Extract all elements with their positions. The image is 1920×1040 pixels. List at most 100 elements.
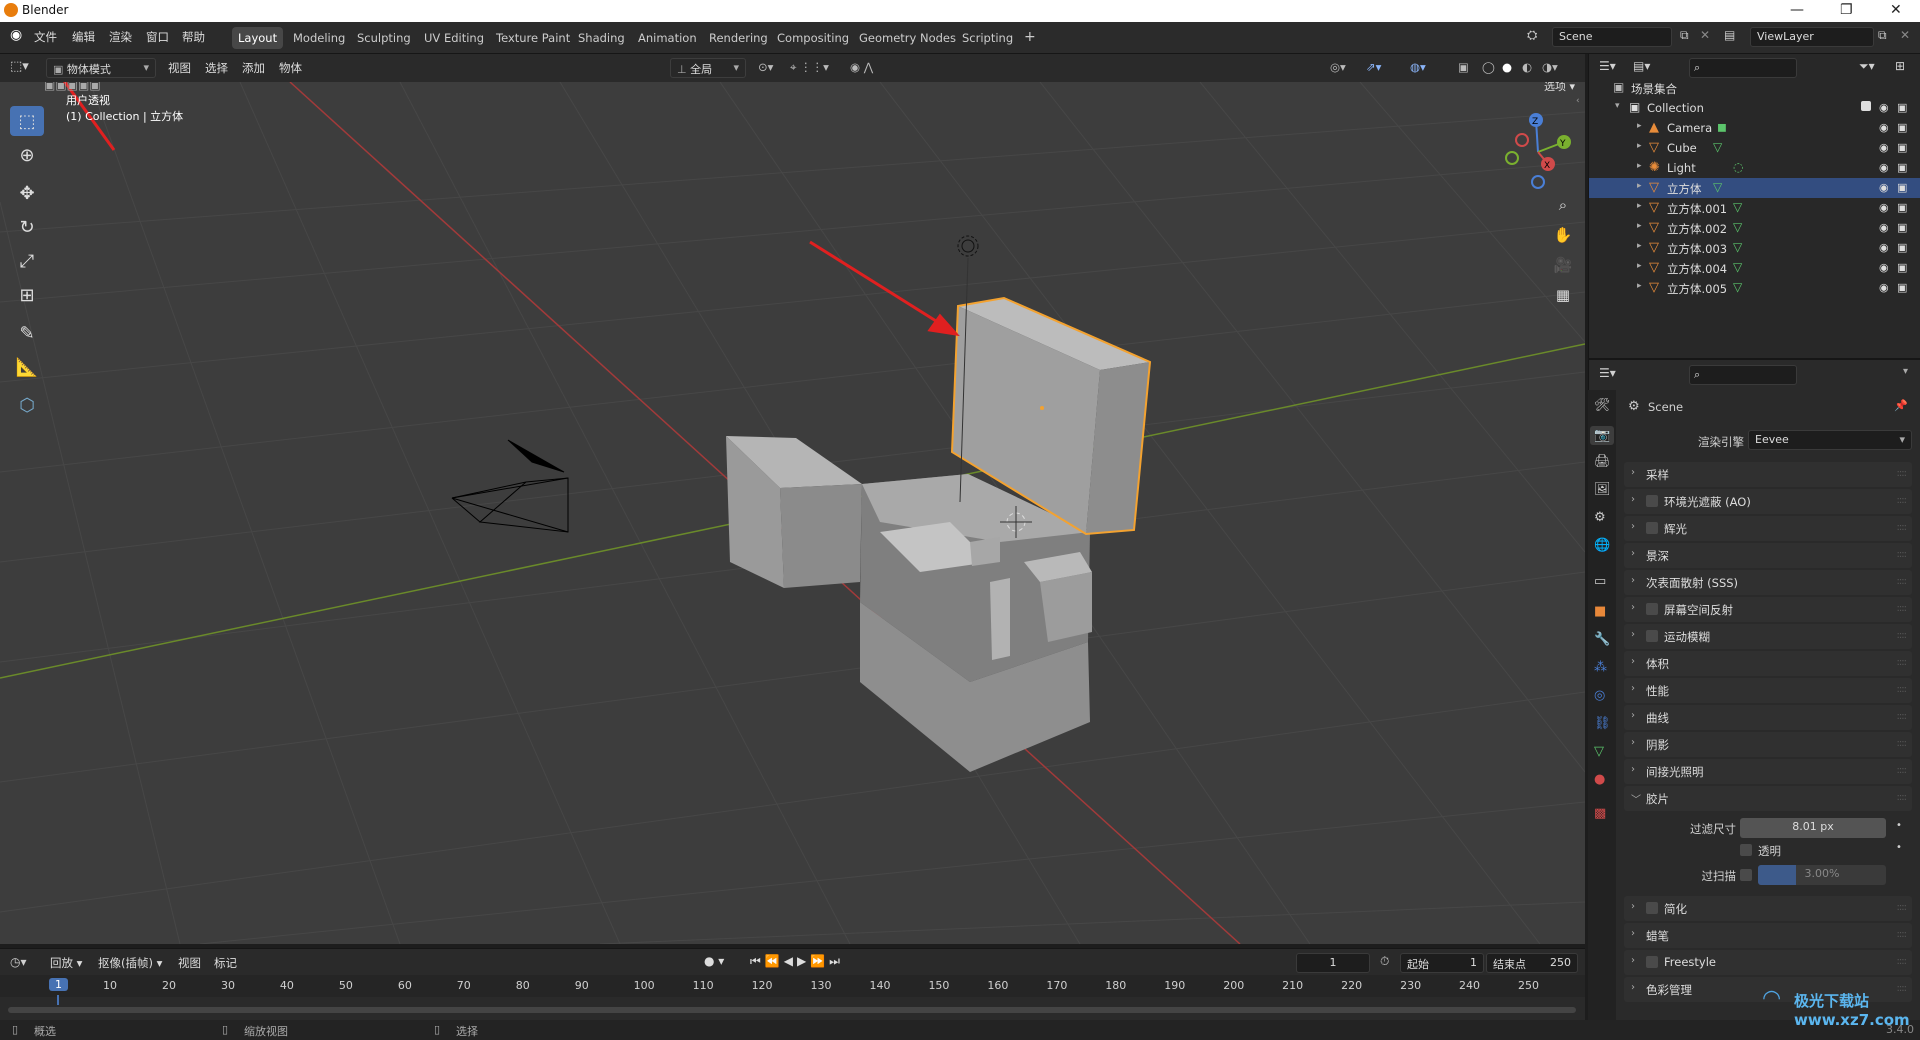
new-viewlayer-icon[interactable]: ⧉ [1878, 28, 1887, 43]
properties-options-icon[interactable]: ▾ [1903, 366, 1908, 377]
texture-tab-icon[interactable]: ▩ [1594, 806, 1606, 821]
render-camera-icon[interactable]: ▣ [1897, 141, 1907, 154]
drag-handle-icon[interactable]: :::: [1897, 929, 1908, 940]
tab-compositing[interactable]: Compositing [771, 27, 855, 49]
drag-handle-icon[interactable]: :::: [1897, 765, 1908, 776]
outliner-item[interactable]: ▸ ▽ 立方体.003 ▽ ◉ ▣ [1589, 238, 1920, 258]
snap-icon[interactable]: ⌖ ⋮⋮▾ [790, 60, 829, 75]
render-panel[interactable]: › 屏幕空间反射:::: [1624, 597, 1912, 622]
transform-tool-icon[interactable]: ⊞ [10, 280, 44, 310]
mesh-data-icon[interactable]: ▽ [1713, 140, 1722, 154]
scene-tab-icon[interactable]: ⚙ [1594, 510, 1606, 525]
viewlayer-name-field[interactable]: ViewLayer [1750, 27, 1874, 47]
annotate-tool-icon[interactable]: ✎ [10, 318, 44, 348]
render-tab-icon[interactable]: 📷 [1590, 426, 1615, 445]
delete-viewlayer-icon[interactable]: ✕ [1900, 28, 1910, 42]
render-panel[interactable]: › 曲线:::: [1624, 705, 1912, 730]
panel-enable-checkbox[interactable] [1646, 603, 1658, 615]
drag-handle-icon[interactable]: :::: [1897, 576, 1908, 587]
tab-scripting[interactable]: Scripting [956, 27, 1019, 49]
expand-icon[interactable]: ▸ [1637, 181, 1642, 191]
selection-mode-icons[interactable]: ▣▣▣▣▣ [44, 82, 101, 92]
render-camera-icon[interactable]: ▣ [1897, 261, 1907, 274]
blender-menu-icon[interactable]: ◉ [10, 27, 22, 43]
zoom-icon[interactable]: ⌕ [1550, 192, 1576, 218]
render-camera-icon[interactable]: ▣ [1897, 101, 1907, 114]
render-panel[interactable]: › 体积:::: [1624, 651, 1912, 676]
panel-enable-checkbox[interactable] [1646, 522, 1658, 534]
xray-icon[interactable]: ▣ [1458, 60, 1469, 74]
current-frame-field[interactable]: 1 [1296, 953, 1370, 973]
scene-selector-icon[interactable]: ⛭ [1527, 28, 1537, 43]
render-panel[interactable]: › 性能:::: [1624, 678, 1912, 703]
render-panel[interactable]: › 简化:::: [1624, 896, 1912, 921]
solid-shading-icon[interactable]: ● [1502, 60, 1512, 74]
mesh-data-icon[interactable]: ▽ [1733, 280, 1742, 294]
outliner-editor-icon[interactable]: ☰▾ [1599, 59, 1616, 73]
menu-add[interactable]: 添加 [242, 60, 265, 76]
tab-layout[interactable]: Layout [232, 27, 284, 49]
drag-handle-icon[interactable]: :::: [1897, 630, 1908, 641]
panel-enable-checkbox[interactable] [1646, 630, 1658, 642]
expand-icon[interactable]: ▸ [1637, 141, 1642, 151]
outliner-collection-row[interactable]: ▾ ▣ Collection ◉ ▣ [1589, 98, 1920, 118]
tab-sculpting[interactable]: Sculpting [351, 27, 417, 49]
select-box-tool-icon[interactable]: ⬚ [10, 106, 44, 136]
constraints-tab-icon[interactable]: ⛓ [1594, 716, 1611, 731]
eye-icon[interactable]: ◉ [1879, 241, 1889, 254]
playback-controls-icon[interactable]: ⏮⏪◀▶⏩⏭ [750, 954, 844, 969]
outliner-item[interactable]: ▸ ▽ 立方体.002 ▽ ◉ ▣ [1589, 218, 1920, 238]
drag-handle-icon[interactable]: :::: [1897, 792, 1908, 803]
playhead[interactable] [57, 995, 59, 1005]
end-frame-field[interactable]: 结束点 250 [1486, 953, 1578, 973]
render-panel[interactable]: › 采样:::: [1624, 462, 1912, 487]
light-data-icon[interactable]: ◌ [1733, 160, 1743, 174]
add-workspace-button[interactable]: + [1018, 25, 1042, 47]
record-icon[interactable]: ● ▾ [704, 954, 724, 968]
overscan-slider[interactable]: 3.00% [1758, 865, 1886, 885]
proportional-edit-icon[interactable]: ◉ ⋀ [850, 60, 873, 74]
exclude-checkbox[interactable] [1861, 101, 1871, 111]
pivot-icon[interactable]: ⊙▾ [758, 60, 773, 74]
delete-scene-icon[interactable]: ✕ [1700, 28, 1710, 42]
render-panel[interactable]: › 间接光照明:::: [1624, 759, 1912, 784]
expand-icon[interactable]: ▸ [1637, 261, 1642, 271]
tab-shading[interactable]: Shading [572, 27, 631, 49]
rotate-tool-icon[interactable]: ↻ [10, 212, 44, 242]
render-panel[interactable]: › 运动模糊:::: [1624, 624, 1912, 649]
visibility-icon[interactable]: ◎▾ [1330, 60, 1346, 74]
restore-icon[interactable]: ❐ [1840, 2, 1853, 18]
timeline-scrollbar[interactable] [8, 1007, 1576, 1013]
keyframe-dot-icon[interactable]: • [1896, 842, 1902, 853]
pan-hand-icon[interactable]: ✋ [1550, 222, 1576, 248]
mode-dropdown[interactable]: ▣ 物体模式 ▾ [46, 58, 156, 78]
render-panel[interactable]: › 辉光:::: [1624, 516, 1912, 541]
expand-icon[interactable]: ▸ [1637, 201, 1642, 211]
display-mode-icon[interactable]: ▤▾ [1633, 59, 1650, 73]
render-camera-icon[interactable]: ▣ [1897, 241, 1907, 254]
drag-handle-icon[interactable]: :::: [1897, 956, 1908, 967]
render-panel[interactable]: › 阴影:::: [1624, 732, 1912, 757]
sidebar-toggle-icon[interactable]: ‹ [1576, 96, 1580, 106]
outliner-item[interactable]: ▸ ✺ Light ◌ ◉ ▣ [1589, 158, 1920, 178]
menu-keying[interactable]: 抠像(插帧) ▾ [98, 955, 162, 971]
eye-icon[interactable]: ◉ [1879, 221, 1889, 234]
tab-texture-paint[interactable]: Texture Paint [490, 27, 576, 49]
tab-geometry-nodes[interactable]: Geometry Nodes [853, 27, 962, 49]
perspective-grid-icon[interactable]: ▦ [1550, 282, 1576, 308]
render-engine-dropdown[interactable]: Eevee ▾ [1748, 430, 1912, 450]
menu-object[interactable]: 物体 [279, 60, 302, 76]
world-tab-icon[interactable]: 🌐 [1594, 538, 1610, 553]
tab-modeling[interactable]: Modeling [287, 27, 351, 49]
close-icon[interactable]: ✕ [1890, 2, 1902, 18]
eye-icon[interactable]: ◉ [1879, 281, 1889, 294]
eye-icon[interactable]: ◉ [1879, 181, 1889, 194]
drag-handle-icon[interactable]: :::: [1897, 603, 1908, 614]
render-panel[interactable]: › 环境光遮蔽 (AO):::: [1624, 489, 1912, 514]
cursor-tool-icon[interactable]: ⊕ [10, 140, 44, 170]
menu-render[interactable]: 渲染 [109, 29, 132, 45]
navigation-gizmo[interactable]: Z Y X [1498, 112, 1578, 192]
mesh-data-icon[interactable]: ▽ [1733, 220, 1742, 234]
camera-data-icon[interactable]: ◼ [1717, 120, 1727, 134]
modifier-tab-icon[interactable]: 🔧 [1594, 632, 1610, 647]
